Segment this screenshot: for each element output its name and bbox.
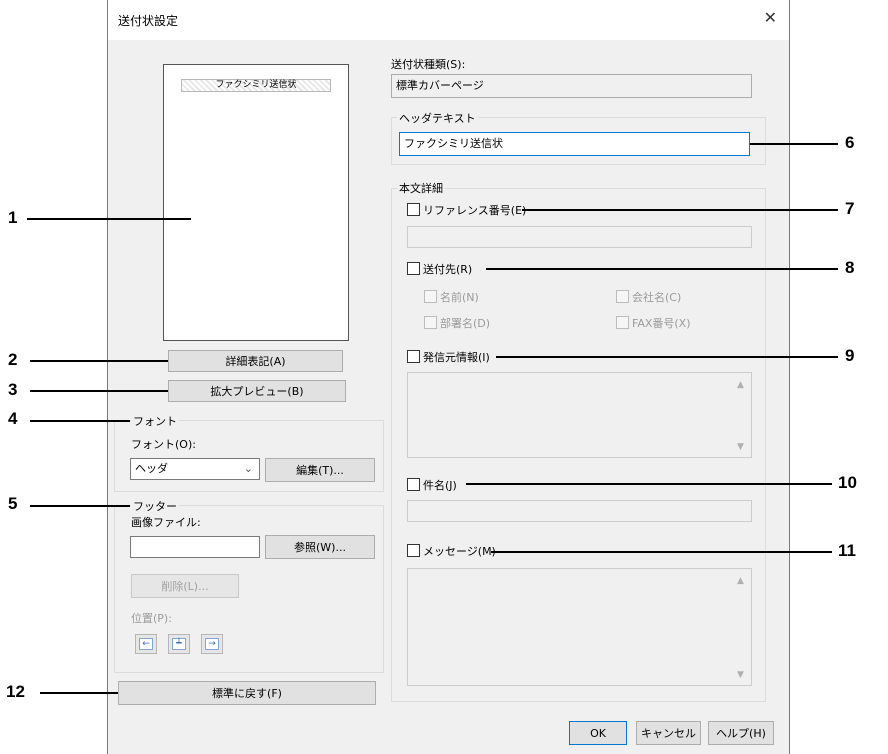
scroll-down-icon[interactable]: ▼ (737, 442, 744, 452)
scroll-up-icon[interactable]: ▲ (737, 576, 744, 586)
delete-button[interactable]: 削除(L)... (131, 574, 239, 598)
callout-line-3 (30, 390, 168, 392)
position-label: 位置(P): (131, 612, 172, 625)
fax-number-label: FAX番号(X) (632, 317, 691, 330)
arrow-left-icon: ← (139, 638, 153, 650)
callout-line-10 (466, 483, 832, 485)
callout-number-3: 3 (8, 380, 18, 399)
callout-number-6: 6 (845, 133, 855, 152)
cancel-button[interactable]: キャンセル (636, 721, 701, 745)
header-text-input[interactable]: ファクシミリ送信状 (399, 132, 750, 156)
callout-line-7 (522, 209, 838, 211)
fax-number-checkbox[interactable] (616, 316, 629, 329)
callout-line-4 (30, 420, 130, 422)
department-checkbox[interactable] (424, 316, 437, 329)
enlarge-preview-button[interactable]: 拡大プレビュー(B) (168, 380, 346, 402)
callout-number-11: 11 (838, 541, 856, 560)
chevron-down-icon: ⌄ (243, 462, 253, 475)
subject-label: 件名(J) (423, 479, 457, 492)
callout-line-1 (27, 218, 191, 220)
callout-line-5 (30, 505, 130, 507)
callout-line-11 (491, 551, 832, 553)
callout-line-6 (750, 143, 838, 145)
callout-line-8 (486, 268, 838, 270)
reference-label: リファレンス番号(E) (423, 204, 527, 217)
message-label: メッセージ(M) (423, 545, 496, 558)
font-label: フォント(O): (131, 438, 196, 451)
font-group-legend: フォント (131, 413, 179, 429)
image-file-input[interactable] (130, 536, 260, 558)
callout-line-12 (40, 692, 118, 694)
align-right-button[interactable]: → (201, 634, 223, 654)
message-checkbox[interactable] (407, 544, 420, 557)
font-dropdown-value: ヘッダ (135, 462, 168, 475)
recipient-checkbox[interactable] (407, 262, 420, 275)
cover-page-preview: ファクシミリ送信状 (163, 64, 349, 341)
callout-line-2 (30, 360, 168, 362)
reset-default-button[interactable]: 標準に戻す(F) (118, 681, 376, 705)
sender-label: 発信元情報(I) (423, 351, 490, 364)
callout-number-9: 9 (845, 346, 855, 365)
callout-number-2: 2 (8, 350, 18, 369)
subject-checkbox[interactable] (407, 478, 420, 491)
cover-type-field[interactable]: 標準カバーページ (391, 74, 752, 98)
edit-font-button[interactable]: 編集(T)... (265, 458, 375, 482)
body-details-legend: 本文詳細 (397, 180, 445, 196)
reference-checkbox[interactable] (407, 203, 420, 216)
sender-checkbox[interactable] (407, 350, 420, 363)
close-icon[interactable]: ✕ (764, 8, 777, 27)
subject-input[interactable] (407, 500, 752, 522)
align-left-button[interactable]: ← (135, 634, 157, 654)
browse-button[interactable]: 参照(W)... (265, 535, 375, 559)
details-button[interactable]: 詳細表記(A) (168, 350, 343, 372)
scroll-down-icon[interactable]: ▼ (737, 670, 744, 680)
scroll-up-icon[interactable]: ▲ (737, 380, 744, 390)
callout-number-8: 8 (845, 258, 855, 277)
callout-line-9 (496, 356, 838, 358)
callout-number-10: 10 (838, 473, 857, 492)
callout-number-5: 5 (8, 494, 18, 513)
preview-header-text: ファクシミリ送信状 (181, 79, 331, 92)
title-bar: 送付状設定 ✕ (107, 0, 790, 40)
font-dropdown[interactable]: ヘッダ ⌄ (130, 458, 260, 480)
callout-number-12: 12 (6, 682, 25, 701)
company-label: 会社名(C) (632, 291, 682, 304)
callout-number-1: 1 (8, 208, 18, 227)
reference-input[interactable] (407, 226, 752, 248)
ok-button[interactable]: OK (569, 721, 627, 745)
name-checkbox[interactable] (424, 290, 437, 303)
arrow-right-icon: → (205, 638, 219, 650)
align-center-icon: ┷ (172, 638, 186, 650)
callout-number-4: 4 (8, 409, 18, 428)
footer-group-legend: フッター (131, 498, 179, 514)
header-text-legend: ヘッダテキスト (397, 110, 478, 126)
image-file-label: 画像ファイル: (131, 516, 201, 529)
recipient-label: 送付先(R) (423, 263, 473, 276)
align-center-button[interactable]: ┷ (168, 634, 190, 654)
sender-textarea[interactable] (407, 372, 752, 458)
cover-type-label: 送付状種類(S): (391, 58, 466, 71)
company-checkbox[interactable] (616, 290, 629, 303)
callout-number-7: 7 (845, 199, 855, 218)
help-button[interactable]: ヘルプ(H) (708, 721, 774, 745)
name-label: 名前(N) (440, 291, 479, 304)
message-textarea[interactable] (407, 568, 752, 686)
window-title: 送付状設定 (118, 14, 179, 28)
department-label: 部署名(D) (440, 317, 491, 330)
